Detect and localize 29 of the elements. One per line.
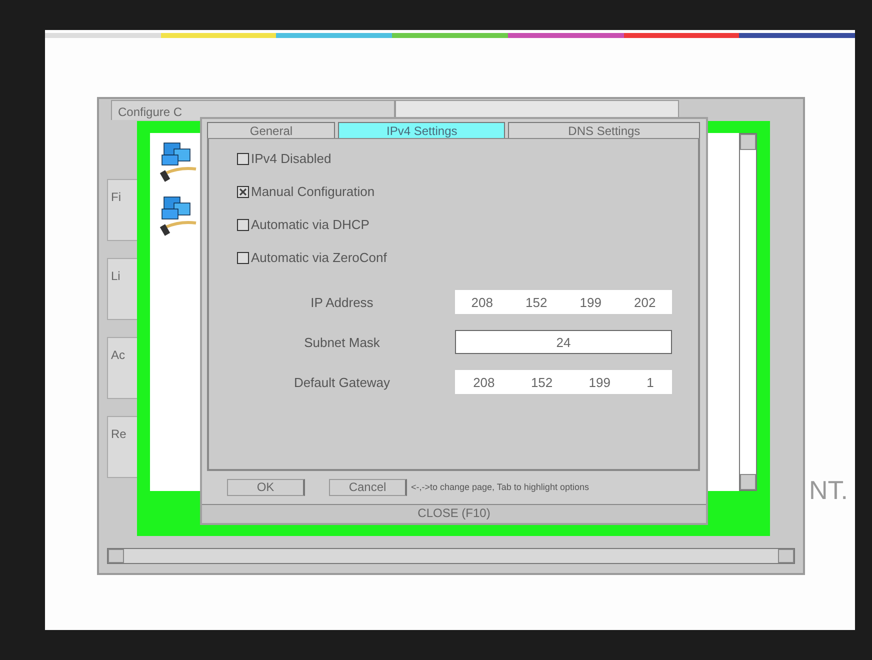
side-tab[interactable]: Li	[107, 258, 137, 320]
tab[interactable]: Configure C	[111, 100, 395, 120]
side-tab[interactable]: Ac	[107, 337, 137, 399]
checkbox[interactable]	[237, 152, 249, 164]
horizontal-scrollbar[interactable]	[107, 548, 795, 564]
field-label: IP Address	[310, 294, 374, 310]
hint-text: <-,->to change page, Tab to highlight options	[411, 482, 589, 492]
field-label: Subnet Mask	[303, 334, 381, 350]
option-label: Automatic via DHCP	[251, 217, 370, 232]
input-field[interactable]: 208 152 199 1	[455, 370, 672, 394]
option-label: Manual Configuration	[251, 184, 375, 199]
close-bar[interactable]: CLOSE (F10)	[202, 504, 706, 523]
side-tab[interactable]: Re	[107, 416, 137, 478]
field-label: Default Gateway	[292, 374, 392, 390]
input-field[interactable]: 24	[455, 330, 672, 354]
option-label: Automatic via ZeroConf	[251, 250, 387, 265]
tab[interactable]: DNS Settings	[508, 122, 700, 138]
checkbox[interactable]	[237, 252, 249, 264]
input-field[interactable]: 208 152 199 202	[455, 290, 672, 314]
option-label: IPv4 Disabled	[251, 151, 332, 166]
vertical-scrollbar[interactable]	[739, 133, 757, 491]
page-text: NT.	[809, 475, 848, 506]
tab[interactable]: General	[207, 122, 336, 138]
checkbox[interactable]	[237, 218, 249, 230]
side-tab[interactable]: Fi	[107, 179, 137, 241]
dialog-button[interactable]: Cancel	[329, 478, 407, 496]
dialog-button[interactable]: OK	[227, 478, 305, 496]
checkbox[interactable]	[237, 186, 249, 198]
tab[interactable]: IPv4 Settings	[338, 122, 506, 138]
